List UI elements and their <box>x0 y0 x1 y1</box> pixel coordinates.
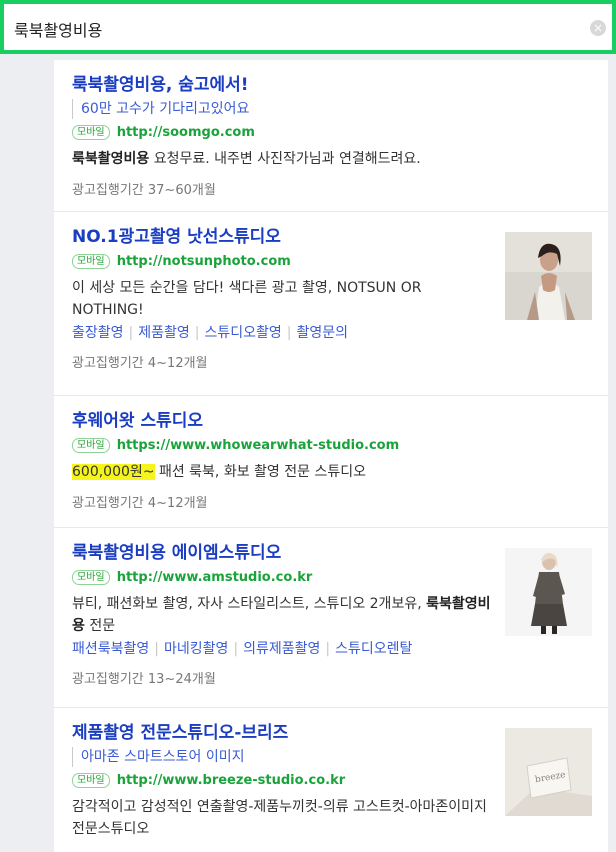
product-thumbnail[interactable]: breeze <box>505 728 592 816</box>
search-bar: × <box>0 0 616 54</box>
clear-search-button[interactable]: × <box>590 20 606 36</box>
ad-description: 뷰티, 패션화보 촬영, 자사 스타일리스트, 스튜디오 2개보유, 룩북촬영비… <box>72 593 502 637</box>
ad-item: 룩북촬영비용 에이엠스튜디오 모바일 http://www.amstudio.c… <box>54 528 608 708</box>
ad-url-link[interactable]: http://soomgo.com <box>117 125 255 140</box>
ad-title-link[interactable]: 후웨어왓 스튜디오 <box>72 410 590 432</box>
mobile-badge: 모바일 <box>72 125 110 140</box>
ad-period: 광고집행기간 37~60개월 <box>72 183 216 198</box>
keyword-bold: 룩북촬영비용 <box>72 151 150 167</box>
ad-title-link[interactable]: 룩북촬영비용, 숨고에서! <box>72 74 590 96</box>
sitelinks: 패션룩북촬영 | 마네킹촬영 | 의류제품촬영 | 스튜디오렌탈 <box>72 641 413 657</box>
ad-description: 600,000원~ 패션 룩북, 화보 촬영 전문 스튜디오 <box>72 461 590 483</box>
ad-description: 이 세상 모든 순간을 담다! 색다른 광고 촬영, NOTSUN OR NOT… <box>72 280 422 318</box>
sitelink-product[interactable]: 제품촬영 <box>138 325 190 341</box>
ad-period: 광고집행기간 13~24개월 <box>72 672 216 687</box>
mobile-badge: 모바일 <box>72 570 110 585</box>
ad-item: 룩북촬영비용, 숨고에서! 60만 고수가 기다리고있어요 모바일 http:/… <box>54 60 608 212</box>
search-input[interactable] <box>14 14 574 44</box>
sitelink-lookbook[interactable]: 패션룩북촬영 <box>72 641 149 657</box>
mobile-badge: 모바일 <box>72 438 110 453</box>
ad-subtitle[interactable]: 60만 고수가 기다리고있어요 <box>72 99 590 119</box>
ad-description: 룩북촬영비용 요청무료. 내주변 사진작가님과 연결해드려요. <box>72 148 590 170</box>
ad-item: 후웨어왓 스튜디오 모바일 https://www.whowearwhat-st… <box>54 396 608 528</box>
price-highlight: 600,000원~ <box>72 464 155 480</box>
ad-url-link[interactable]: http://notsunphoto.com <box>117 254 291 269</box>
mobile-badge: 모바일 <box>72 773 110 788</box>
sitelink-rental[interactable]: 스튜디오렌탈 <box>335 641 412 657</box>
model-thumbnail[interactable] <box>505 232 592 320</box>
ad-item: NO.1광고촬영 낫선스튜디오 모바일 http://notsunphoto.c… <box>54 212 608 396</box>
mobile-badge: 모바일 <box>72 254 110 269</box>
ad-period: 광고집행기간 4~12개월 <box>72 496 208 511</box>
sitelink-clothing[interactable]: 의류제품촬영 <box>243 641 320 657</box>
ad-description-text: 요청무료. 내주변 사진작가님과 연결해드려요. <box>149 151 421 167</box>
sitelink-outcall[interactable]: 출장촬영 <box>72 325 124 341</box>
sitelink-mannequin[interactable]: 마네킹촬영 <box>164 641 228 657</box>
ad-description-tail: 전문 <box>84 618 116 634</box>
ad-results-panel: 룩북촬영비용, 숨고에서! 60만 고수가 기다리고있어요 모바일 http:/… <box>54 60 608 852</box>
ad-url-link[interactable]: http://www.breeze-studio.co.kr <box>117 773 345 788</box>
ad-item: 제품촬영 전문스튜디오-브리즈 아마존 스마트스토어 이미지 모바일 http:… <box>54 708 608 852</box>
sitelink-studio[interactable]: 스튜디오촬영 <box>205 325 282 341</box>
ad-description: 감각적이고 감성적인 연출촬영-제품누끼컷-의류 고스트컷-아마존이미지 전문스… <box>72 799 487 837</box>
ad-url-link[interactable]: http://www.amstudio.co.kr <box>117 570 313 585</box>
ad-period: 광고집행기간 4~12개월 <box>72 356 208 371</box>
sitelinks: 출장촬영 | 제품촬영 | 스튜디오촬영 | 촬영문의 <box>72 325 349 341</box>
ad-description-text: 패션 룩북, 화보 촬영 전문 스튜디오 <box>154 464 366 480</box>
sitelink-inquiry[interactable]: 촬영문의 <box>297 325 349 341</box>
model-thumbnail[interactable] <box>505 548 592 636</box>
ad-description-text: 뷰티, 패션화보 촬영, 자사 스타일리스트, 스튜디오 2개보유, <box>72 596 427 612</box>
ad-url-link[interactable]: https://www.whowearwhat-studio.com <box>117 438 399 453</box>
